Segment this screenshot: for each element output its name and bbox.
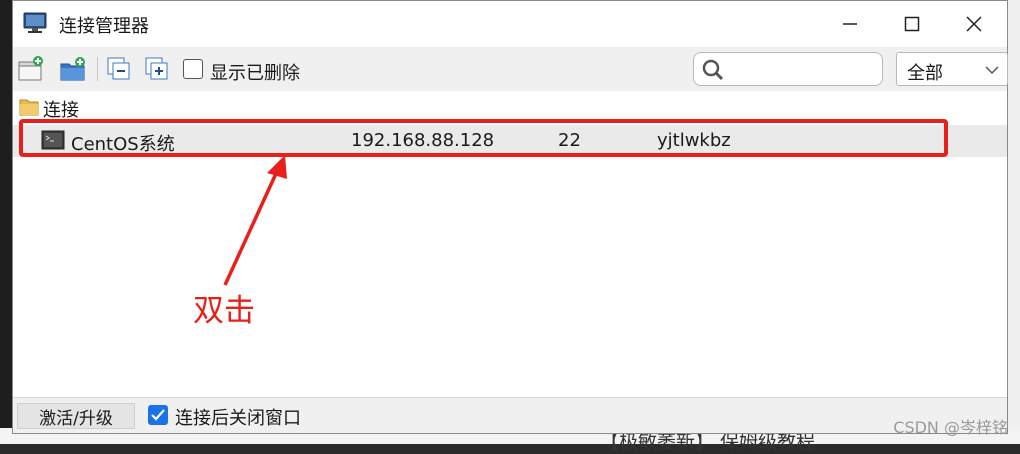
watermark: CSDN @岑梓铭 [893, 418, 1008, 437]
chevron-down-icon [985, 66, 999, 75]
tree-folder[interactable]: 连接 [13, 93, 1007, 121]
new-connection-icon[interactable] [17, 55, 45, 83]
collapse-all-icon[interactable] [105, 55, 133, 83]
expand-all-icon[interactable] [143, 55, 171, 83]
show-deleted-label[interactable]: 显示已删除 [210, 59, 300, 85]
window-title: 连接管理器 [59, 16, 149, 37]
close-after-connect-checkbox[interactable] [148, 405, 168, 425]
toolbar: 显示已删除 全部 [13, 47, 1008, 91]
annotation-arrow [223, 155, 287, 286]
maximize-button[interactable] [885, 1, 939, 47]
background-terminal [0, 0, 12, 444]
annotation-highlight-box [19, 119, 948, 157]
monitor-icon [23, 12, 47, 33]
show-deleted-checkbox[interactable] [183, 59, 203, 79]
checkmark-icon [151, 409, 165, 421]
close-button[interactable] [947, 1, 1001, 47]
background-right [1008, 0, 1020, 444]
minimize-icon [843, 23, 857, 25]
filter-select[interactable]: 全部 [896, 52, 1008, 86]
close-after-connect-label[interactable]: 连接后关闭窗口 [175, 404, 301, 430]
close-icon [966, 16, 982, 32]
status-bar: 激活/升级 连接后关闭窗口 [13, 397, 1007, 433]
filter-select-value: 全部 [907, 63, 943, 84]
toolbar-separator [97, 57, 98, 81]
search-icon [702, 59, 724, 81]
new-folder-icon[interactable] [59, 55, 87, 83]
annotation-text: 双击 [193, 293, 255, 329]
connection-tree: 连接 CentOS系统 192.168.88.128 22 yjtlwkbz 双… [13, 91, 1007, 397]
activate-upgrade-button[interactable]: 激活/升级 [17, 403, 135, 429]
connection-manager-window: 连接管理器 显示已删除 全部 连接 CentOS系统 192.168.88.12… [12, 0, 1008, 434]
minimize-button[interactable] [823, 1, 877, 47]
search-input[interactable] [693, 52, 883, 86]
maximize-icon [904, 16, 920, 32]
title-bar[interactable]: 连接管理器 [13, 1, 1007, 47]
folder-icon [19, 99, 39, 116]
